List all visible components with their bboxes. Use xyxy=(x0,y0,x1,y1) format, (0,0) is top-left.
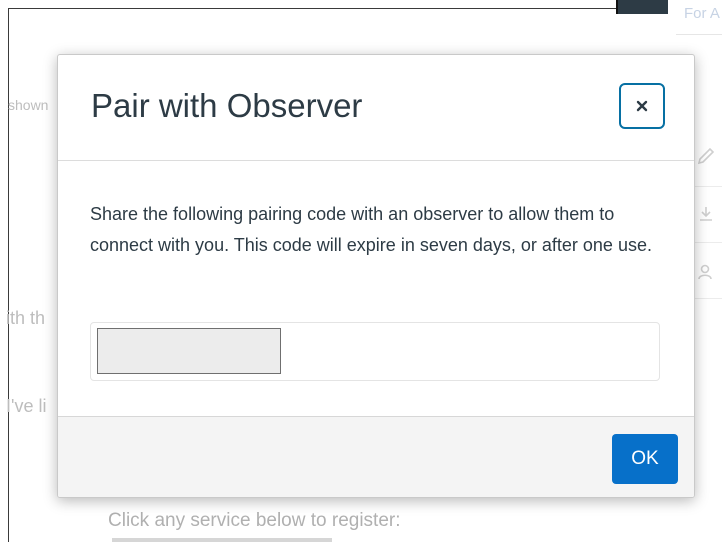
register-prompt: Click any service below to register: xyxy=(108,510,401,531)
download-icon xyxy=(696,204,722,229)
background-text-shown: shown xyxy=(8,97,49,113)
sidebar-divider xyxy=(692,298,722,299)
background-text-with: ith th xyxy=(6,308,46,328)
pairing-instructions: Share the following pairing code with an… xyxy=(90,204,652,255)
sidebar-divider xyxy=(692,186,722,187)
pair-with-observer-dialog: Pair with Observer Share the following p… xyxy=(57,54,695,498)
background-text-ive: I've li xyxy=(6,396,47,416)
register-service-underline xyxy=(112,538,332,542)
header-dark-block xyxy=(616,0,668,14)
pairing-code-field[interactable] xyxy=(90,322,660,381)
sidebar-divider xyxy=(692,242,722,243)
dialog-body: Share the following pairing code with an… xyxy=(58,161,694,415)
person-icon xyxy=(696,262,722,287)
pencil-icon xyxy=(696,146,722,171)
close-button[interactable] xyxy=(619,83,665,129)
top-right-link: For A xyxy=(684,5,720,22)
dialog-title: Pair with Observer xyxy=(91,87,363,124)
ok-button[interactable]: OK xyxy=(612,434,678,484)
page-frame-left-border xyxy=(8,8,9,542)
dialog-footer: OK xyxy=(58,416,694,497)
dialog-header: Pair with Observer xyxy=(58,55,694,161)
pairing-code-redacted xyxy=(97,328,281,374)
top-right-divider xyxy=(676,34,722,35)
page-frame-top-border xyxy=(8,8,616,9)
close-icon xyxy=(636,100,648,112)
